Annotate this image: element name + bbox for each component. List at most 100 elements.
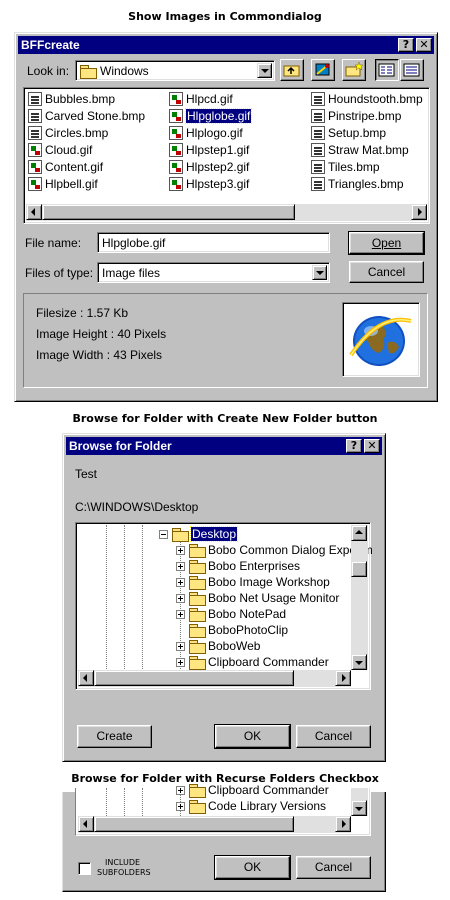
tree-vscrollbar[interactable] [351,525,368,670]
browse-path-text: C:\WINDOWS\Desktop [75,500,199,514]
file-item[interactable]: Hlpstep2.gif [169,159,249,175]
tree-folder-item[interactable]: Bobo Image Workshop [176,574,330,590]
expand-icon[interactable] [176,801,185,811]
gif-file-icon [169,143,183,157]
ok-button[interactable]: OK [214,724,291,749]
browse-dialog-titlebar[interactable]: Browse for Folder ? ✕ [66,437,382,455]
tree-folder-label: BoboPhotoClip [208,623,289,637]
file-item[interactable]: Straw Mat.bmp [311,142,409,158]
tree-hscrollbar[interactable] [78,670,351,687]
tree-folder-item[interactable]: Bobo Common Dialog Experim [176,542,373,558]
scroll-left-button[interactable] [26,204,42,220]
create-button[interactable]: Create [77,725,152,748]
file-list-hscrollbar[interactable] [26,204,427,221]
file-name-input[interactable]: Hlpglobe.gif [97,232,330,253]
tree-root-desktop[interactable]: Desktop [159,526,239,542]
scroll-up-button[interactable] [351,525,367,541]
file-item[interactable]: Carved Stone.bmp [28,108,145,124]
recurse-vscrollbar[interactable] [351,788,368,816]
hscroll-thumb[interactable] [42,204,295,220]
file-item[interactable]: Triangles.bmp [311,176,404,192]
file-item[interactable]: Houndstooth.bmp [311,91,423,107]
recurse-ok-button[interactable]: OK [214,855,291,880]
globe-icon [349,316,412,366]
recurse-cancel-button[interactable]: Cancel [296,856,371,879]
file-item[interactable]: Hlplogo.gif [169,125,243,141]
file-item-label: Setup.bmp [328,126,387,140]
new-folder-button[interactable] [342,59,366,81]
recurse-hscrollbar[interactable] [78,816,351,833]
bmp-file-icon [311,92,325,106]
folder-icon [189,623,206,638]
scroll-left-button[interactable] [78,670,94,686]
file-item[interactable]: Pinstripe.bmp [311,108,401,124]
tree-folder-item[interactable]: Clipboard Commander [176,782,329,798]
up-one-level-button[interactable] [280,59,304,81]
tree-folder-item[interactable]: BoboPhotoClip [176,622,288,638]
expand-icon[interactable] [176,593,185,603]
scroll-down-button[interactable] [351,800,367,816]
expand-icon[interactable] [176,641,185,651]
expand-icon[interactable] [176,545,185,555]
hscroll-thumb[interactable] [94,670,294,686]
folder-icon [189,799,206,814]
file-item[interactable]: Setup.bmp [311,125,386,141]
file-item-label: Carved Stone.bmp [45,109,146,123]
tree-folder-item[interactable]: Bobo Enterprises [176,558,300,574]
tree-guide-line [142,788,143,816]
tree-folder-item[interactable]: Clipboard Commander [176,654,329,670]
file-item[interactable]: Hlpglobe.gif [169,108,253,124]
folder-icon [189,591,206,606]
go-desktop-button[interactable] [311,59,335,81]
browse-cancel-button[interactable]: Cancel [296,725,371,748]
folder-icon [189,783,206,798]
file-item[interactable]: Cloud.gif [28,142,92,158]
open-button-label: Open [371,236,402,250]
browse-help-button[interactable]: ? [346,439,362,453]
gif-file-icon [169,126,183,140]
expand-icon[interactable] [176,785,185,795]
file-item[interactable]: Circles.bmp [28,125,108,141]
expand-icon[interactable] [176,577,185,587]
list-view-button[interactable] [375,59,399,81]
details-view-button[interactable] [400,59,424,81]
open-button[interactable]: Open [348,231,425,255]
file-item[interactable]: Hlpbell.gif [28,176,98,192]
look-in-combo[interactable]: Windows [75,60,275,81]
expand-icon[interactable] [176,609,185,619]
recurse-folder-tree[interactable]: Clipboard Commander Code Library Versions [75,783,371,836]
file-item[interactable]: Tiles.bmp [311,159,380,175]
file-item[interactable]: Hlpstep1.gif [169,142,249,158]
collapse-icon[interactable] [159,529,168,539]
file-item[interactable]: Hlpstep3.gif [169,176,249,192]
file-item[interactable]: Hlpcd.gif [169,91,233,107]
tree-folder-item[interactable]: Code Library Versions [176,798,326,814]
cancel-button[interactable]: Cancel [349,261,424,283]
files-of-type-dropdown-arrow[interactable] [312,265,327,280]
tree-folder-item[interactable]: Bobo NotePad [176,606,286,622]
scroll-right-button[interactable] [335,816,351,832]
scroll-down-button[interactable] [351,654,367,670]
files-of-type-combo[interactable]: Image files [97,262,330,283]
help-button[interactable]: ? [398,38,414,52]
close-button[interactable]: ✕ [416,38,432,52]
include-subfolders-checkbox[interactable] [78,862,91,875]
hscroll-thumb[interactable] [94,816,294,832]
scroll-right-button[interactable] [335,670,351,686]
file-item[interactable]: Bubbles.bmp [28,91,115,107]
expand-icon[interactable] [176,561,185,571]
tree-folder-item[interactable]: BoboWeb [176,638,260,654]
tree-folder-item[interactable]: Bobo Net Usage Monitor [176,590,339,606]
browse-folder-dialog: Browse for Folder ? ✕ Test C:\WINDOWS\De… [62,433,386,762]
scroll-left-button[interactable] [78,816,94,832]
browse-close-button[interactable]: ✕ [364,439,380,453]
file-list[interactable]: Bubbles.bmp Carved Stone.bmp Circles.bmp Cl… [23,87,430,224]
scroll-right-button[interactable] [411,204,427,220]
look-in-dropdown-arrow[interactable] [257,63,272,78]
vscroll-thumb[interactable] [351,561,367,577]
open-dialog-titlebar[interactable]: BFFcreate ? ✕ [18,36,434,54]
expand-icon[interactable] [176,657,185,667]
bmp-file-icon [311,177,325,191]
folder-tree[interactable]: Desktop Bobo Common Dialog Experim Bobo E… [75,522,373,690]
file-item[interactable]: Content.gif [28,159,103,175]
